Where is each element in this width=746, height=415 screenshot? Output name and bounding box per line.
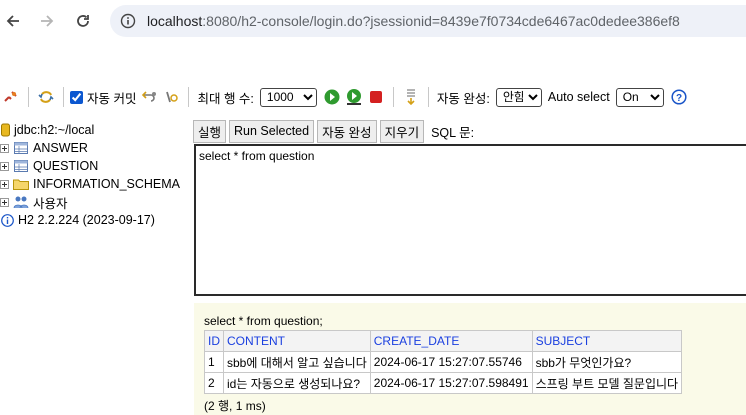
tree-item-label: INFORMATION_SCHEMA: [33, 177, 180, 191]
site-info-icon[interactable]: [120, 13, 136, 32]
sql-editor[interactable]: select * from question: [194, 144, 746, 296]
url-host: localhost: [147, 13, 203, 29]
column-header[interactable]: ID: [204, 330, 224, 352]
table-icon: [13, 141, 29, 155]
auto-select-select[interactable]: On: [615, 87, 664, 107]
arrow-right-icon: [41, 15, 54, 27]
table-cell: id는 자동으로 생성되나요?: [223, 372, 371, 394]
auto-commit-checkbox[interactable]: [70, 90, 83, 104]
tree-item-label: ANSWER: [33, 141, 88, 155]
rollback-icon[interactable]: [138, 86, 160, 108]
table-cell: sbb가 무엇인가요?: [531, 351, 683, 373]
back-button[interactable]: [0, 8, 26, 34]
stop-icon[interactable]: [365, 86, 387, 108]
table-cell: 스프링 부트 모델 질문입니다: [531, 372, 683, 394]
result-table: ID CONTENT CREATE_DATE SUBJECT 1 sbb에 대해…: [204, 330, 683, 394]
auto-complete-button[interactable]: 자동 완성: [317, 119, 377, 143]
info-icon: [0, 213, 14, 227]
version-label: H2 2.2.224 (2023-09-17): [18, 213, 155, 227]
expand-icon[interactable]: [0, 197, 9, 207]
column-header[interactable]: CONTENT: [223, 330, 371, 352]
result-statement: select * from question;: [204, 314, 323, 328]
url-text: localhost:8080/h2-console/login.do?jsess…: [147, 13, 680, 29]
run-selected-button[interactable]: Run Selected: [229, 119, 315, 143]
table-row: 1 sbb에 대해서 알고 싶습니다 2024-06-17 15:27:07.5…: [204, 351, 683, 373]
auto-complete-select[interactable]: 안함: [495, 87, 542, 107]
tree-item-label: 사용자: [33, 196, 68, 211]
tree-connection[interactable]: jdbc:h2:~/local: [0, 121, 190, 139]
url-path: :8080/h2-console/login.do?jsessionid=843…: [202, 13, 680, 29]
max-rows-label: 최대 행 수:: [197, 91, 254, 106]
refresh-icon[interactable]: [35, 86, 57, 108]
database-icon: [0, 123, 10, 137]
folder-icon: [13, 177, 29, 191]
table-cell: sbb에 대해서 알고 싶습니다: [223, 351, 371, 373]
help-icon[interactable]: ?: [668, 86, 690, 108]
auto-complete-label: 자동 완성:: [436, 91, 490, 106]
tree-item-users[interactable]: 사용자: [0, 193, 190, 211]
expand-icon[interactable]: [0, 143, 9, 153]
clear-button[interactable]: 지우기: [379, 119, 425, 143]
query-toolbar: 실행 Run Selected 자동 완성 지우기 SQL 문:: [193, 119, 474, 143]
auto-select-label: Auto select: [547, 90, 610, 104]
tree-item-answer[interactable]: ANSWER: [0, 139, 190, 157]
arrow-left-icon: [6, 15, 19, 27]
address-bar[interactable]: localhost:8080/h2-console/login.do?jsess…: [110, 5, 746, 37]
toolbar-divider: [427, 87, 429, 107]
toolbar-divider: [188, 87, 190, 107]
tree-version: H2 2.2.224 (2023-09-17): [0, 211, 190, 229]
connection-label: jdbc:h2:~/local: [14, 123, 95, 137]
reload-icon: [77, 15, 89, 27]
run-selected-icon[interactable]: [343, 86, 365, 108]
h2-toolbar: 자동 커밋 최대 행 수: 1000 자동 완성: 안함 Auto select…: [0, 82, 746, 112]
sql-text: select * from question: [199, 149, 315, 163]
tree-item-question[interactable]: QUESTION: [0, 157, 190, 175]
schema-tree: jdbc:h2:~/local ANSWER QUESTION INFORMAT…: [0, 121, 190, 229]
table-cell: 1: [204, 351, 224, 373]
reload-button[interactable]: [70, 8, 96, 34]
table-header-row: ID CONTENT CREATE_DATE SUBJECT: [204, 330, 683, 352]
result-panel: select * from question; ID CONTENT CREAT…: [194, 303, 746, 415]
commit-icon[interactable]: [160, 86, 182, 108]
run-button[interactable]: 실행: [193, 119, 227, 143]
expand-icon[interactable]: [0, 161, 9, 171]
column-header[interactable]: SUBJECT: [531, 330, 683, 352]
result-summary: (2 행, 1 ms): [204, 399, 266, 413]
table-cell: 2024-06-17 15:27:07.55746: [369, 351, 533, 373]
tree-item-label: QUESTION: [33, 159, 99, 173]
browser-toolbar: localhost:8080/h2-console/login.do?jsess…: [0, 0, 746, 44]
tree-item-information-schema[interactable]: INFORMATION_SCHEMA: [0, 175, 190, 193]
table-icon: [13, 159, 29, 173]
toolbar-divider: [63, 87, 64, 107]
expand-icon[interactable]: [0, 179, 9, 189]
table-cell: 2024-06-17 15:27:07.598491: [369, 372, 533, 394]
table-cell: 2: [204, 372, 224, 394]
table-row: 2 id는 자동으로 생성되나요? 2024-06-17 15:27:07.59…: [204, 372, 683, 394]
auto-commit-label: 자동 커밋: [87, 91, 137, 106]
toolbar-divider: [28, 87, 29, 107]
toolbar-divider: [392, 87, 394, 107]
svg-text:?: ?: [676, 93, 682, 104]
run-icon[interactable]: [321, 86, 343, 108]
disconnect-icon[interactable]: [0, 86, 22, 108]
forward-button[interactable]: [34, 8, 60, 34]
history-icon[interactable]: [400, 86, 422, 108]
sql-statement-label: SQL 문:: [431, 125, 475, 140]
column-header[interactable]: CREATE_DATE: [369, 330, 533, 352]
users-icon: [13, 195, 29, 209]
max-rows-select[interactable]: 1000: [259, 87, 317, 107]
